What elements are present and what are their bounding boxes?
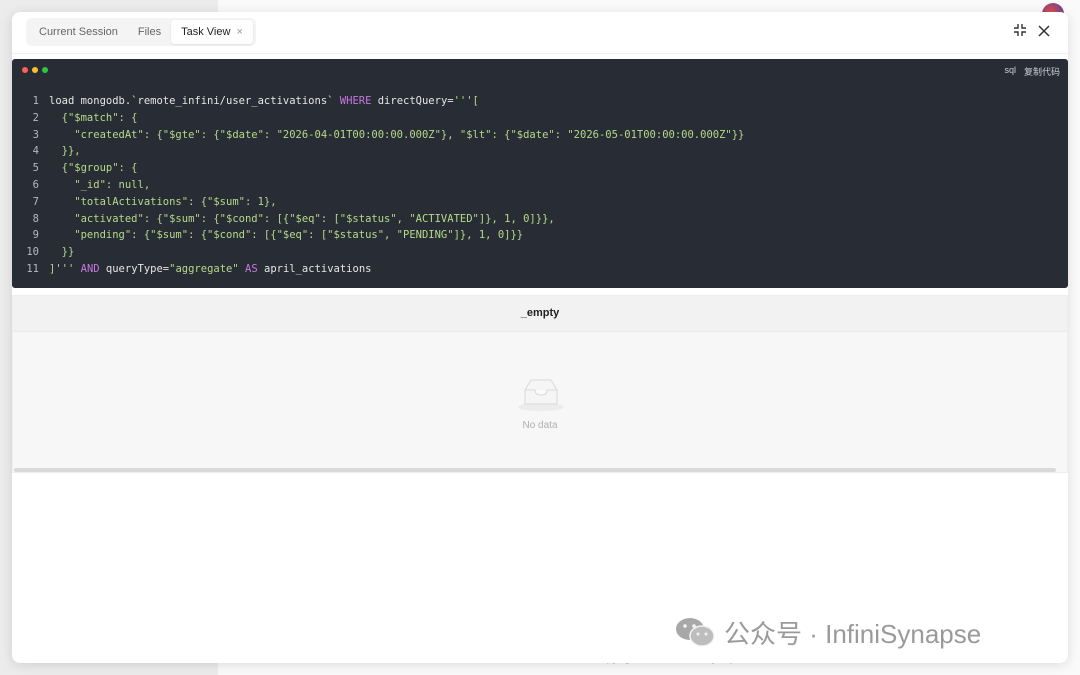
line-number: 9 bbox=[32, 229, 39, 242]
code-text: "totalActivations": {"$sum": 1}, bbox=[49, 194, 277, 211]
code-token: '''[ bbox=[453, 95, 479, 107]
code-text: "pending": {"$sum": {"$cond": [{"$eq": [… bbox=[49, 227, 523, 244]
code-token: }} bbox=[49, 246, 75, 259]
code-text: load mongodb.`remote_infini/user_activat… bbox=[49, 93, 479, 110]
tab-bar: Current Session Files Task View × bbox=[26, 18, 256, 46]
code-token: "createdAt": {"$gte": {"$date": "2026-04… bbox=[49, 128, 745, 141]
code-line: 2 {"$match": { bbox=[12, 110, 1068, 127]
code-token: AND bbox=[80, 262, 100, 275]
code-block: sql 复制代码 1 load mongodb.`remote_infini/us… bbox=[12, 59, 1068, 288]
empty-state: No data bbox=[13, 332, 1067, 470]
column-header[interactable]: _empty bbox=[13, 296, 1067, 332]
line-number: 3 bbox=[32, 128, 39, 141]
line-number: 7 bbox=[32, 195, 39, 208]
code-token: load mongodb.`remote_infini/user_activat… bbox=[49, 95, 340, 107]
watermark-text: 公众号 · InfiniSynapse bbox=[724, 618, 982, 649]
code-text: "activated": {"$sum": {"$cond": [{"$eq":… bbox=[49, 211, 555, 228]
code-line: 7 "totalActivations": {"$sum": 1}, bbox=[12, 194, 1068, 211]
empty-inbox-icon bbox=[518, 379, 564, 411]
line-number: 8 bbox=[32, 212, 39, 225]
code-text: {"$group": { bbox=[49, 160, 138, 177]
code-text: }}, bbox=[49, 143, 81, 160]
collapse-icon-svg bbox=[1014, 24, 1026, 36]
code-line: 11 ]''' AND queryType="aggregate" AS apri… bbox=[12, 261, 1068, 278]
tab-close-icon[interactable]: × bbox=[236, 26, 242, 38]
window-dots bbox=[22, 67, 48, 73]
code-token: "_id": null, bbox=[49, 178, 151, 191]
code-token: ]''' bbox=[49, 262, 75, 275]
green-dot-icon bbox=[42, 67, 48, 73]
code-token: "pending": {"$sum": {"$cond": [{"$eq": [… bbox=[49, 229, 524, 242]
line-number: 6 bbox=[32, 178, 39, 191]
tab-label: Current Session bbox=[39, 26, 118, 38]
code-token: queryType= bbox=[99, 262, 170, 275]
code-line: 4 }}, bbox=[12, 143, 1068, 160]
tab-label: Files bbox=[137, 26, 162, 38]
code-language: sql bbox=[1004, 65, 1016, 75]
tab-current-session[interactable]: Current Session bbox=[29, 20, 128, 44]
line-number: 5 bbox=[32, 162, 39, 175]
line-number: 10 bbox=[26, 246, 39, 259]
close-icon-svg bbox=[1038, 25, 1050, 37]
code-line: 8 "activated": {"$sum": {"$cond": [{"$eq… bbox=[12, 211, 1068, 228]
close-icon[interactable] bbox=[1034, 22, 1054, 42]
code-token: directQuery= bbox=[371, 95, 454, 107]
code-line: 6 "_id": null, bbox=[12, 177, 1068, 194]
task-view-modal: Current Session Files Task View × sql 复制… bbox=[12, 12, 1068, 663]
line-number: 2 bbox=[32, 111, 39, 124]
code-token: {"$group": { bbox=[49, 162, 138, 175]
modal-header: Current Session Files Task View × bbox=[12, 12, 1068, 54]
line-number: 1 bbox=[32, 95, 39, 107]
code-token: WHERE bbox=[339, 95, 372, 107]
code-text: ]''' AND queryType="aggregate" AS april_… bbox=[49, 261, 371, 278]
code-text: }} bbox=[49, 244, 75, 261]
code-token: "activated": {"$sum": {"$cond": [{"$eq":… bbox=[49, 212, 555, 225]
watermark: 公众号 · InfiniSynapse bbox=[674, 610, 1054, 654]
tab-label: Task View bbox=[181, 26, 231, 38]
code-token: }}, bbox=[49, 145, 81, 158]
code-lines: 1 load mongodb.`remote_infini/user_activa… bbox=[12, 93, 1068, 278]
collapse-icon[interactable] bbox=[1010, 22, 1030, 42]
code-text: {"$match": { bbox=[49, 110, 138, 127]
code-line: 9 "pending": {"$sum": {"$cond": [{"$eq":… bbox=[12, 227, 1068, 244]
code-token: "aggregate" bbox=[169, 262, 239, 275]
tab-files[interactable]: Files bbox=[128, 20, 171, 44]
yellow-dot-icon bbox=[32, 67, 38, 73]
code-meta: sql 复制代码 bbox=[1004, 65, 1060, 78]
code-token: "totalActivations": {"$sum": 1}, bbox=[49, 195, 277, 208]
horizontal-scrollbar[interactable] bbox=[14, 468, 1056, 472]
code-line: 10 }} bbox=[12, 244, 1068, 261]
line-number: 11 bbox=[26, 262, 39, 275]
red-dot-icon bbox=[22, 67, 28, 73]
code-line: 5 {"$group": { bbox=[12, 160, 1068, 177]
tab-task-view[interactable]: Task View × bbox=[171, 20, 253, 44]
code-token: {"$match": { bbox=[49, 111, 138, 124]
code-line: 1 load mongodb.`remote_infini/user_activa… bbox=[12, 93, 1068, 110]
code-token: AS bbox=[245, 262, 258, 275]
copy-code-button[interactable]: 复制代码 bbox=[1024, 65, 1060, 78]
code-line: 3 "createdAt": {"$gte": {"$date": "2026-… bbox=[12, 127, 1068, 144]
code-text: "_id": null, bbox=[49, 177, 150, 194]
empty-text: No data bbox=[522, 420, 558, 431]
wechat-icon bbox=[676, 618, 715, 647]
code-text: "createdAt": {"$gte": {"$date": "2026-04… bbox=[49, 127, 744, 144]
code-token: april_activations bbox=[257, 262, 372, 275]
result-table: _empty No data bbox=[12, 295, 1068, 473]
line-number: 4 bbox=[32, 145, 39, 158]
